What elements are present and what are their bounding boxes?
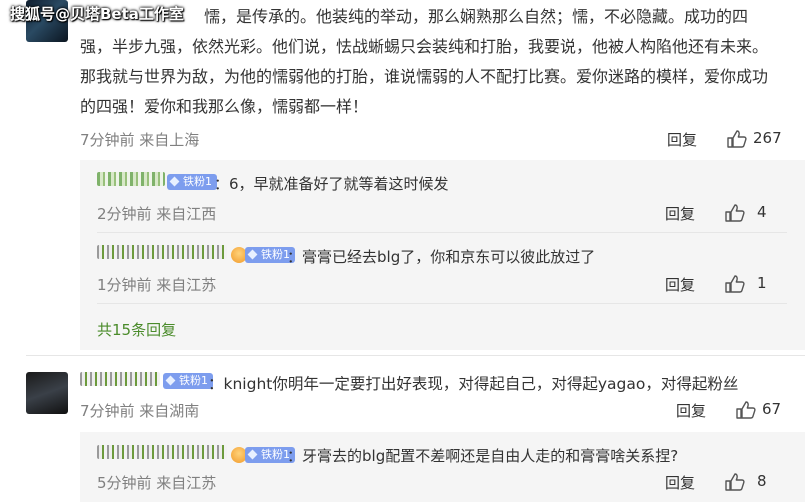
comment-meta: 7分钟前 来自湖南 [80,402,200,420]
comment-text-line: 强，半步九强，依然光彩。他们说，怯战蜥蜴只会装纯和打胎，我要说，他被人构陷他还有… [80,37,769,56]
fan-badge: 铁粉1 [163,373,213,389]
watermark: 搜狐号@贝塔Beta工作室 [10,5,184,23]
comment-text-line: 懦，是传承的。他装纯的举动，那么娴熟那么自然；懦，不必隐藏。成功的四 [204,7,749,26]
comment-meta: 7分钟前 来自上海 [80,131,200,149]
like-count: 8 [757,472,767,490]
reply-button[interactable]: 回复 [676,400,706,421]
comment-divider [26,355,805,356]
comment-text: ：knight你明年一定要打出好表现，对得起自己，对得起yagao，对得起粉丝 [208,375,739,393]
comment-nickname[interactable] [80,372,160,386]
comment-text-line: 的四强！爱你和我那么像，懦弱都一样！ [80,97,369,116]
thumbs-up-icon[interactable] [725,204,745,222]
fan-badge-label: 铁粉1 [261,448,290,461]
reply-button[interactable]: 回复 [665,203,695,224]
comment-text-line: 那我就与世界为敌，为他的懦弱他的打胎，谁说懦弱的人不配打比赛。爱你迷路的模样，爱… [80,67,769,86]
reply-text: ：膏膏已经去blg了，你和京东可以彼此放过了 [287,248,596,266]
fan-badge-label: 铁粉1 [261,248,290,261]
reply-button[interactable]: 回复 [665,274,695,295]
avatar[interactable] [26,372,68,414]
reply-button[interactable]: 回复 [665,472,695,493]
reply-nickname[interactable] [97,245,227,259]
like-count: 1 [757,274,767,292]
thumbs-up-icon[interactable] [727,130,747,148]
reply-meta: 1分钟前 来自江苏 [97,276,217,294]
like-count: 4 [757,203,767,221]
diamond-icon [169,176,180,187]
fan-badge: 铁粉1 [167,174,217,190]
diamond-icon [247,449,258,460]
reply-nickname[interactable] [97,172,165,186]
fan-badge-label: 铁粉1 [179,374,208,387]
fan-badge-label: 铁粉1 [183,175,212,188]
view-all-replies-link[interactable]: 共15条回复 [97,319,176,340]
like-count: 67 [762,400,782,418]
divider [97,303,787,304]
divider [97,232,787,233]
reply-meta: 5分钟前 来自江苏 [97,474,217,492]
thumbs-up-icon[interactable] [725,275,745,293]
diamond-icon [247,249,258,260]
reply-button[interactable]: 回复 [667,129,697,150]
thumbs-up-icon[interactable] [725,473,745,491]
reply-nickname[interactable] [97,445,227,459]
thumbs-up-icon[interactable] [736,401,756,419]
reply-text: ：6，早就准备好了就等着这时候发 [214,175,449,193]
reply-text: ：牙膏去的blg配置不差啊还是自由人走的和膏膏啥关系捏? [287,447,679,465]
diamond-icon [165,375,176,386]
like-count: 267 [753,129,782,147]
reply-meta: 2分钟前 来自江西 [97,205,217,223]
